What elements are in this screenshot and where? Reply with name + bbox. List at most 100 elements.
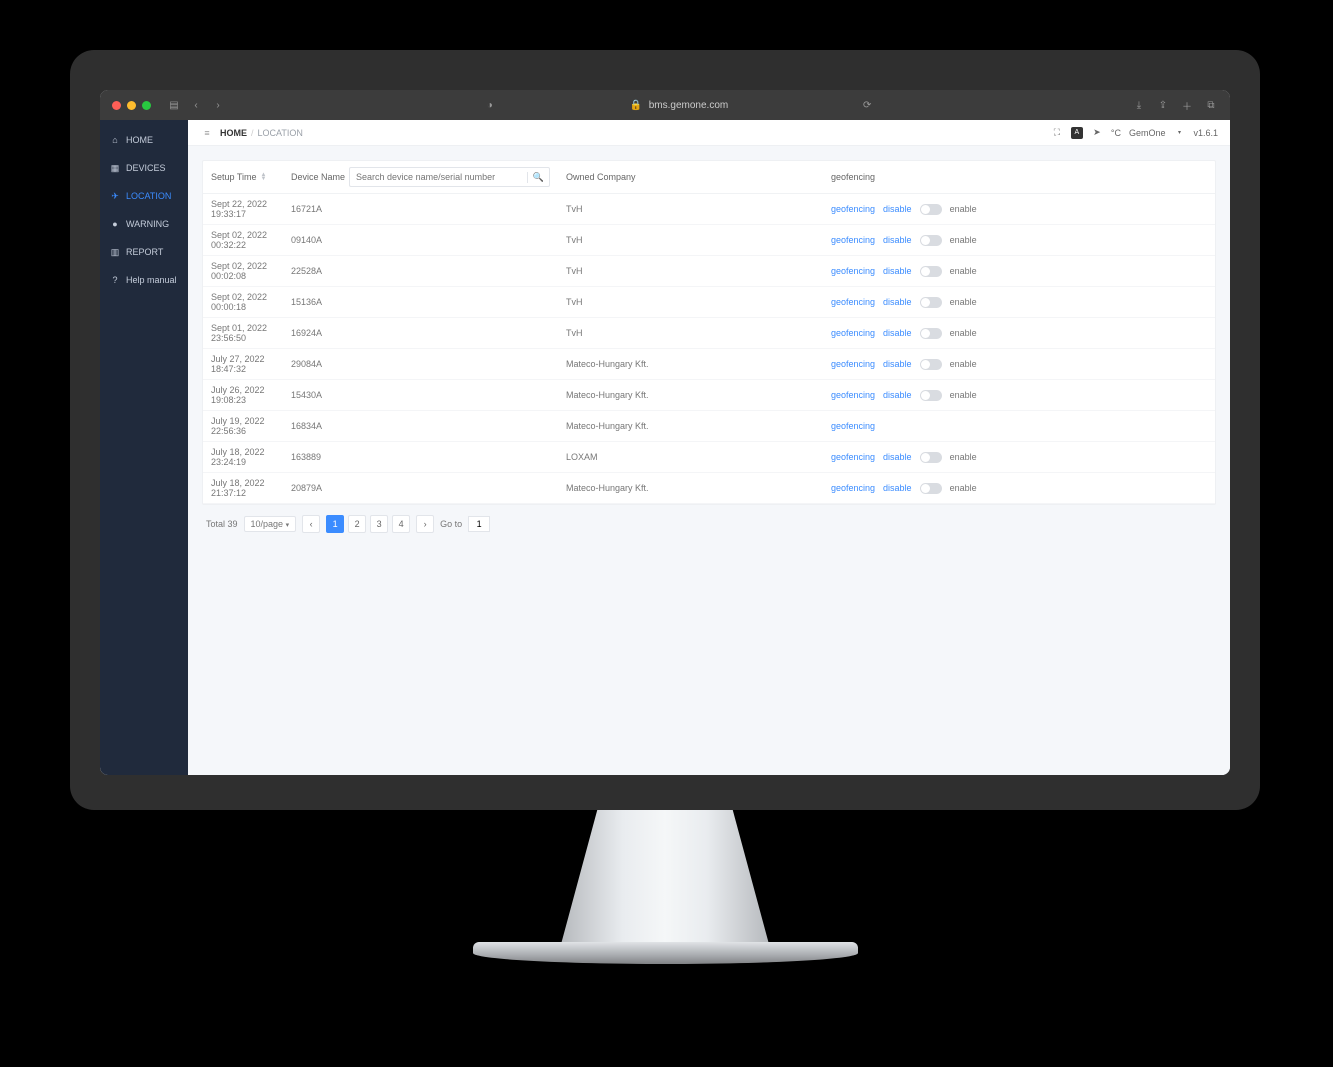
- geofencing-link[interactable]: geofencing: [831, 235, 875, 245]
- sidebar-item-report[interactable]: ▥REPORT: [100, 238, 188, 266]
- geofencing-toggle[interactable]: [920, 359, 942, 370]
- cell-geofencing: geofencingdisableenable: [823, 266, 1215, 277]
- page-3[interactable]: 3: [370, 515, 388, 533]
- geofencing-disable[interactable]: disable: [883, 204, 912, 214]
- goto-label: Go to: [440, 519, 462, 529]
- geofencing-disable[interactable]: disable: [883, 328, 912, 338]
- col-setup-time[interactable]: Setup Time ▲▼: [203, 172, 283, 182]
- sort-icon[interactable]: ▲▼: [261, 173, 267, 181]
- browser-window: ▤ ‹ › ◑ 🔒 bms.gemone.com ⟳ ⤓ ⇪ ＋ ⧉ ⌂HOME…: [100, 90, 1230, 775]
- cell-company: TvH: [558, 266, 823, 276]
- download-icon[interactable]: ⤓: [1132, 98, 1146, 112]
- sidebar-item-devices[interactable]: ▦DEVICES: [100, 154, 188, 182]
- menu-toggle-icon[interactable]: ≡: [200, 126, 214, 140]
- cell-device: 20879A: [283, 483, 558, 493]
- refresh-icon[interactable]: ⟳: [860, 98, 874, 112]
- goto-input[interactable]: [468, 516, 490, 532]
- user-menu-chevron-icon[interactable]: ▾: [1173, 127, 1185, 139]
- sidebar-item-location[interactable]: ✈LOCATION: [100, 182, 188, 210]
- report-icon: ▥: [110, 247, 120, 257]
- temp-unit[interactable]: °C: [1111, 128, 1121, 138]
- pagination-total: Total 39: [206, 519, 238, 529]
- nav-forward-icon[interactable]: ›: [211, 98, 225, 112]
- cell-device: 09140A: [283, 235, 558, 245]
- device-search[interactable]: 🔍: [349, 167, 550, 187]
- cell-device: 16924A: [283, 328, 558, 338]
- sidebar-toggle-icon[interactable]: ▤: [167, 98, 181, 112]
- share-icon[interactable]: ⇪: [1156, 98, 1170, 112]
- page-prev[interactable]: ‹: [302, 515, 320, 533]
- pagination: Total 39 10/page ▾ ‹ 1234 › Go to: [202, 505, 1216, 537]
- page-1[interactable]: 1: [326, 515, 344, 533]
- geofencing-toggle[interactable]: [920, 390, 942, 401]
- geofencing-link[interactable]: geofencing: [831, 297, 875, 307]
- geofencing-link[interactable]: geofencing: [831, 390, 875, 400]
- close-window-icon[interactable]: [112, 101, 121, 110]
- tabs-icon[interactable]: ⧉: [1204, 98, 1218, 112]
- cell-time: July 19, 2022 22:56:36: [203, 416, 283, 436]
- geofencing-link[interactable]: geofencing: [831, 204, 875, 214]
- cell-device: 15136A: [283, 297, 558, 307]
- language-icon[interactable]: A: [1071, 127, 1083, 139]
- cell-device: 16834A: [283, 421, 558, 431]
- brand-label[interactable]: GemOne: [1129, 128, 1166, 138]
- geofencing-toggle[interactable]: [920, 328, 942, 339]
- page-2[interactable]: 2: [348, 515, 366, 533]
- col-geofencing[interactable]: geofencing: [823, 172, 1215, 182]
- geofencing-disable[interactable]: disable: [883, 452, 912, 462]
- maximize-window-icon[interactable]: [142, 101, 151, 110]
- table-row: July 19, 2022 22:56:3616834AMateco-Hunga…: [203, 411, 1215, 442]
- cell-geofencing: geofencingdisableenable: [823, 390, 1215, 401]
- device-search-input[interactable]: [350, 172, 527, 182]
- geofencing-toggle[interactable]: [920, 297, 942, 308]
- cell-company: LOXAM: [558, 452, 823, 462]
- breadcrumb-home[interactable]: HOME: [220, 128, 247, 138]
- geofencing-toggle[interactable]: [920, 452, 942, 463]
- sidebar: ⌂HOME▦DEVICES✈LOCATION●WARNING▥REPORT?He…: [100, 120, 188, 775]
- search-icon[interactable]: 🔍: [527, 172, 549, 183]
- cell-geofencing: geofencingdisableenable: [823, 483, 1215, 494]
- page-next[interactable]: ›: [416, 515, 434, 533]
- sidebar-item-home[interactable]: ⌂HOME: [100, 126, 188, 154]
- geofencing-toggle[interactable]: [920, 266, 942, 277]
- geofencing-toggle[interactable]: [920, 235, 942, 246]
- geofencing-link[interactable]: geofencing: [831, 421, 875, 431]
- geofencing-toggle[interactable]: [920, 483, 942, 494]
- table-row: July 27, 2022 18:47:3229084AMateco-Hunga…: [203, 349, 1215, 380]
- geofencing-link[interactable]: geofencing: [831, 359, 875, 369]
- new-tab-icon[interactable]: ＋: [1180, 98, 1194, 112]
- cell-time: Sept 02, 2022 00:32:22: [203, 230, 283, 250]
- geofencing-disable[interactable]: disable: [883, 266, 912, 276]
- page-4[interactable]: 4: [392, 515, 410, 533]
- window-controls: [112, 101, 151, 110]
- nav-back-icon[interactable]: ‹: [189, 98, 203, 112]
- locate-icon[interactable]: ➤: [1091, 127, 1103, 139]
- shield-icon[interactable]: ◑: [483, 98, 497, 112]
- geofencing-disable[interactable]: disable: [883, 235, 912, 245]
- cell-company: TvH: [558, 297, 823, 307]
- cell-time: Sept 02, 2022 00:00:18: [203, 292, 283, 312]
- url-text[interactable]: bms.gemone.com: [649, 100, 728, 111]
- minimize-window-icon[interactable]: [127, 101, 136, 110]
- cell-company: TvH: [558, 328, 823, 338]
- geofencing-disable[interactable]: disable: [883, 297, 912, 307]
- sidebar-item-help-manual[interactable]: ?Help manual: [100, 266, 188, 294]
- geofencing-disable[interactable]: disable: [883, 483, 912, 493]
- geofencing-link[interactable]: geofencing: [831, 452, 875, 462]
- col-owned-company[interactable]: Owned Company: [558, 172, 823, 182]
- sidebar-item-warning[interactable]: ●WARNING: [100, 210, 188, 238]
- geofencing-enable-label: enable: [950, 204, 977, 214]
- cell-time: July 18, 2022 23:24:19: [203, 447, 283, 467]
- fullscreen-icon[interactable]: ⛶: [1051, 127, 1063, 139]
- geofencing-enable-label: enable: [950, 235, 977, 245]
- geofencing-disable[interactable]: disable: [883, 359, 912, 369]
- geofencing-link[interactable]: geofencing: [831, 266, 875, 276]
- devices-icon: ▦: [110, 163, 120, 173]
- monitor-stand-base: [473, 942, 858, 964]
- table-row: July 18, 2022 23:24:19163889LOXAMgeofenc…: [203, 442, 1215, 473]
- geofencing-link[interactable]: geofencing: [831, 328, 875, 338]
- geofencing-toggle[interactable]: [920, 204, 942, 215]
- per-page-select[interactable]: 10/page ▾: [244, 516, 297, 532]
- geofencing-link[interactable]: geofencing: [831, 483, 875, 493]
- geofencing-disable[interactable]: disable: [883, 390, 912, 400]
